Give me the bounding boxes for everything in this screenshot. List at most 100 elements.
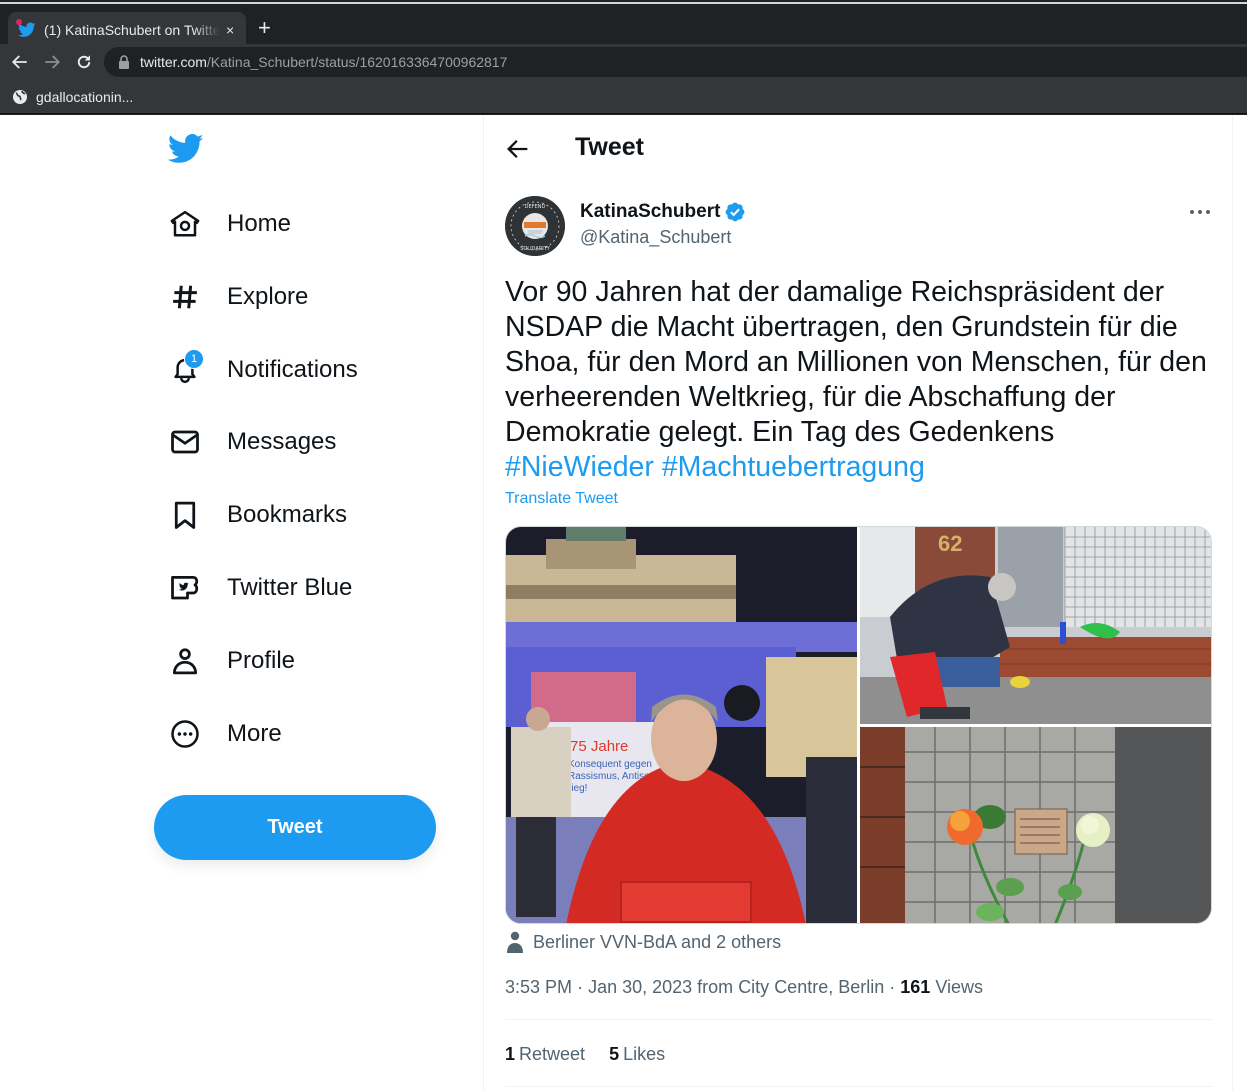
views-count: 161 (900, 977, 931, 997)
tweet-compose-button[interactable]: Tweet (154, 795, 436, 860)
svg-text:DEFEND: DEFEND (525, 204, 546, 210)
separator-dot: · (577, 977, 589, 997)
banner-text: 75 Jahre (570, 738, 628, 755)
sidebar-item-label: Twitter Blue (227, 574, 353, 601)
retweets-count: 1 (505, 1044, 516, 1064)
twitter-favicon-icon (16, 19, 36, 38)
more-options-button[interactable] (1186, 201, 1214, 223)
tweet-time[interactable]: 3:53 PM (505, 977, 572, 997)
sidebar-item-profile[interactable]: Profile (170, 636, 295, 686)
tweet-photo-brandenburg-gate[interactable]: 75 Jahre Konsequent gegen Rassismus, Ant… (506, 527, 857, 923)
sidebar-item-label: More (227, 720, 282, 747)
hashtag-icon (170, 282, 200, 312)
sidebar: Home Explore 1 Notifications Messages Bo… (154, 115, 454, 1091)
divider (505, 1086, 1212, 1087)
retweets-link[interactable]: 1 Retweet (505, 1044, 585, 1065)
more-circle-icon (170, 719, 200, 749)
url-host: twitter.com (140, 54, 207, 70)
bookmark-label: gdallocationin... (36, 88, 134, 105)
hashtag-link[interactable]: #NieWieder (505, 451, 654, 483)
arrow-left-icon (11, 55, 27, 69)
forward-button[interactable] (40, 50, 64, 74)
views-label: Views (935, 977, 984, 997)
arrow-left-icon (507, 140, 528, 158)
tab-close-button[interactable]: × (226, 22, 234, 38)
sidebar-item-notifications[interactable]: 1 Notifications (170, 345, 358, 395)
url-path: /Katina_Schubert/status/1620163364700962… (206, 54, 508, 70)
likes-link[interactable]: 5 Likes (609, 1044, 665, 1065)
hashtag-link[interactable]: #Machtuebertragung (662, 451, 925, 483)
reload-button[interactable] (72, 50, 96, 74)
verified-badge-icon (726, 202, 745, 222)
lock-icon (119, 55, 129, 69)
tweet-media-grid: 75 Jahre Konsequent gegen Rassismus, Ant… (505, 526, 1212, 924)
divider (505, 1019, 1212, 1020)
display-name-text: KatinaSchubert (580, 201, 721, 222)
twitter-blue-icon (170, 573, 200, 603)
back-arrow-button[interactable] (504, 135, 532, 163)
tweet-date[interactable]: Jan 30, 2023 (588, 977, 692, 997)
separator-dot: · (889, 977, 901, 997)
tweet-hashtags: #NieWieder #Machtuebertragung (505, 450, 925, 485)
sidebar-item-label: Explore (227, 283, 309, 310)
person-icon (170, 646, 200, 676)
sidebar-item-home[interactable]: Home (170, 199, 291, 249)
sidebar-item-twitter-blue[interactable]: Twitter Blue (170, 563, 352, 613)
arrow-right-icon (45, 55, 61, 69)
url-text: twitter.com/Katina_Schubert/status/16201… (140, 54, 507, 70)
twitter-logo-icon[interactable] (167, 133, 204, 165)
author-handle[interactable]: @Katina_Schubert (580, 227, 731, 248)
address-bar[interactable]: twitter.com/Katina_Schubert/status/16201… (104, 47, 1247, 77)
tweet-photo-cleaning-stolperstein[interactable]: 62 (860, 527, 1211, 724)
location-prefix: from (697, 977, 739, 997)
ellipsis-icon (1190, 210, 1210, 214)
likes-label: Likes (623, 1044, 666, 1064)
bookmark-item[interactable]: gdallocationin... (12, 89, 133, 105)
tweet-text: Vor 90 Jahren hat der damalige Reichsprä… (505, 276, 1207, 448)
svg-text:SOLIDARITY: SOLIDARITY (520, 246, 551, 252)
tweet-stats: 1 Retweet 5 Likes (505, 1044, 665, 1065)
house-number: 62 (938, 531, 962, 556)
tweet-header: Tweet (484, 115, 1232, 181)
tagged-people-link[interactable]: Berliner VVN-BdA and 2 others (505, 931, 781, 953)
person-icon (507, 931, 523, 953)
sidebar-item-label: Profile (227, 647, 296, 674)
tweet-metadata: 3:53 PM · Jan 30, 2023 from City Centre,… (505, 977, 983, 998)
tagged-people-text: Berliner VVN-BdA and 2 others (533, 931, 782, 952)
sidebar-item-more[interactable]: More (170, 709, 282, 759)
bookmarks-bar: gdallocationin... (0, 80, 1247, 114)
author-display-name[interactable]: KatinaSchubert (580, 201, 746, 223)
bell-icon: 1 (170, 349, 204, 385)
new-tab-button[interactable]: + (258, 16, 271, 40)
sidebar-item-explore[interactable]: Explore (170, 272, 308, 322)
tweet-detail-column: Tweet DEFEND SOLIDARITY KatinaSchubert @… (483, 115, 1233, 1091)
likes-count: 5 (609, 1044, 620, 1064)
sidebar-item-label: Notifications (227, 356, 358, 383)
navigation-bar: twitter.com/Katina_Schubert/status/16201… (0, 44, 1247, 80)
back-button[interactable] (8, 50, 32, 74)
tweet-location[interactable]: City Centre, Berlin (738, 977, 884, 997)
sidebar-item-messages[interactable]: Messages (170, 417, 336, 467)
envelope-icon (170, 427, 200, 457)
banner-text: Rassismus, Antise (568, 771, 650, 782)
banner-text: Konsequent gegen (568, 759, 652, 770)
sidebar-item-label: Bookmarks (227, 501, 348, 528)
tab-bar: (1) KatinaSchubert on Twitter × + (0, 2, 1247, 48)
sidebar-item-label: Home (227, 210, 292, 237)
browser-tab[interactable]: (1) KatinaSchubert on Twitter × (8, 12, 246, 48)
reload-icon (77, 55, 91, 69)
avatar[interactable]: DEFEND SOLIDARITY (505, 196, 565, 256)
retweets-label: Retweet (519, 1044, 586, 1064)
globe-icon (13, 89, 27, 104)
bookmark-icon (170, 500, 200, 530)
tweet-photo-stolperstein-roses[interactable] (860, 727, 1211, 923)
tab-title: (1) KatinaSchubert on Twitter (44, 22, 220, 38)
sidebar-item-bookmarks[interactable]: Bookmarks (170, 490, 347, 540)
notification-badge: 1 (184, 349, 204, 369)
translate-tweet-link[interactable]: Translate Tweet (505, 490, 618, 508)
browser-chrome: (1) KatinaSchubert on Twitter × + twitte… (0, 0, 1247, 115)
sidebar-item-label: Messages (227, 428, 337, 455)
twitter-page: Home Explore 1 Notifications Messages Bo… (0, 115, 1247, 1091)
home-icon (170, 209, 200, 239)
page-title: Tweet (575, 133, 644, 161)
